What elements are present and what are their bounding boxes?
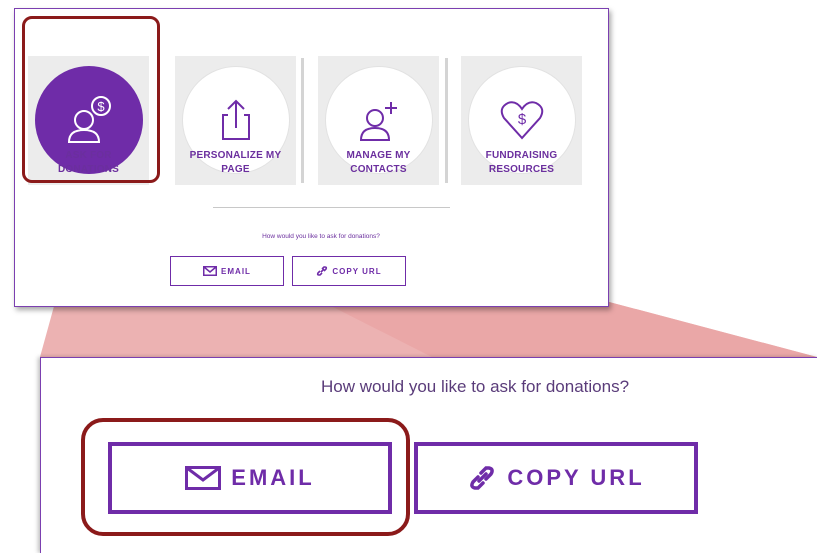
copy-url-button-label: COPY URL (507, 465, 645, 490)
envelope-icon (203, 266, 218, 276)
tile-divider (301, 58, 304, 183)
share-upload-icon (222, 99, 250, 140)
tile-divider (445, 58, 448, 183)
highlight-email-button (81, 418, 410, 536)
tile-fundraising-resources[interactable]: $ FUNDRAISING RESOURCES (461, 56, 582, 185)
email-button[interactable]: EMAIL (170, 256, 284, 286)
tile-label: MANAGE MY CONTACTS (346, 150, 411, 175)
tile-personalize-my-page[interactable]: PERSONALIZE MY PAGE (175, 56, 296, 185)
link-icon (317, 266, 328, 276)
add-contact-icon (359, 102, 397, 141)
svg-text:$: $ (518, 111, 527, 128)
copy-url-button[interactable]: COPY URL (414, 442, 698, 514)
tile-label: FUNDRAISING RESOURCES (485, 150, 558, 175)
email-button-label: EMAIL (221, 266, 251, 276)
heart-dollar-icon: $ (500, 101, 544, 140)
divider (213, 207, 450, 208)
copy-url-button-label: COPY URL (332, 266, 382, 276)
donation-method-question: How would you like to ask for donations? (320, 377, 630, 396)
link-icon (470, 466, 495, 490)
donation-method-question: How would you like to ask for donations? (262, 233, 380, 240)
copy-url-button[interactable]: COPY URL (292, 256, 406, 286)
tile-label: PERSONALIZE MY PAGE (189, 150, 282, 175)
highlight-ask-for-donations (22, 16, 160, 183)
tile-manage-my-contacts[interactable]: MANAGE MY CONTACTS (318, 56, 439, 185)
